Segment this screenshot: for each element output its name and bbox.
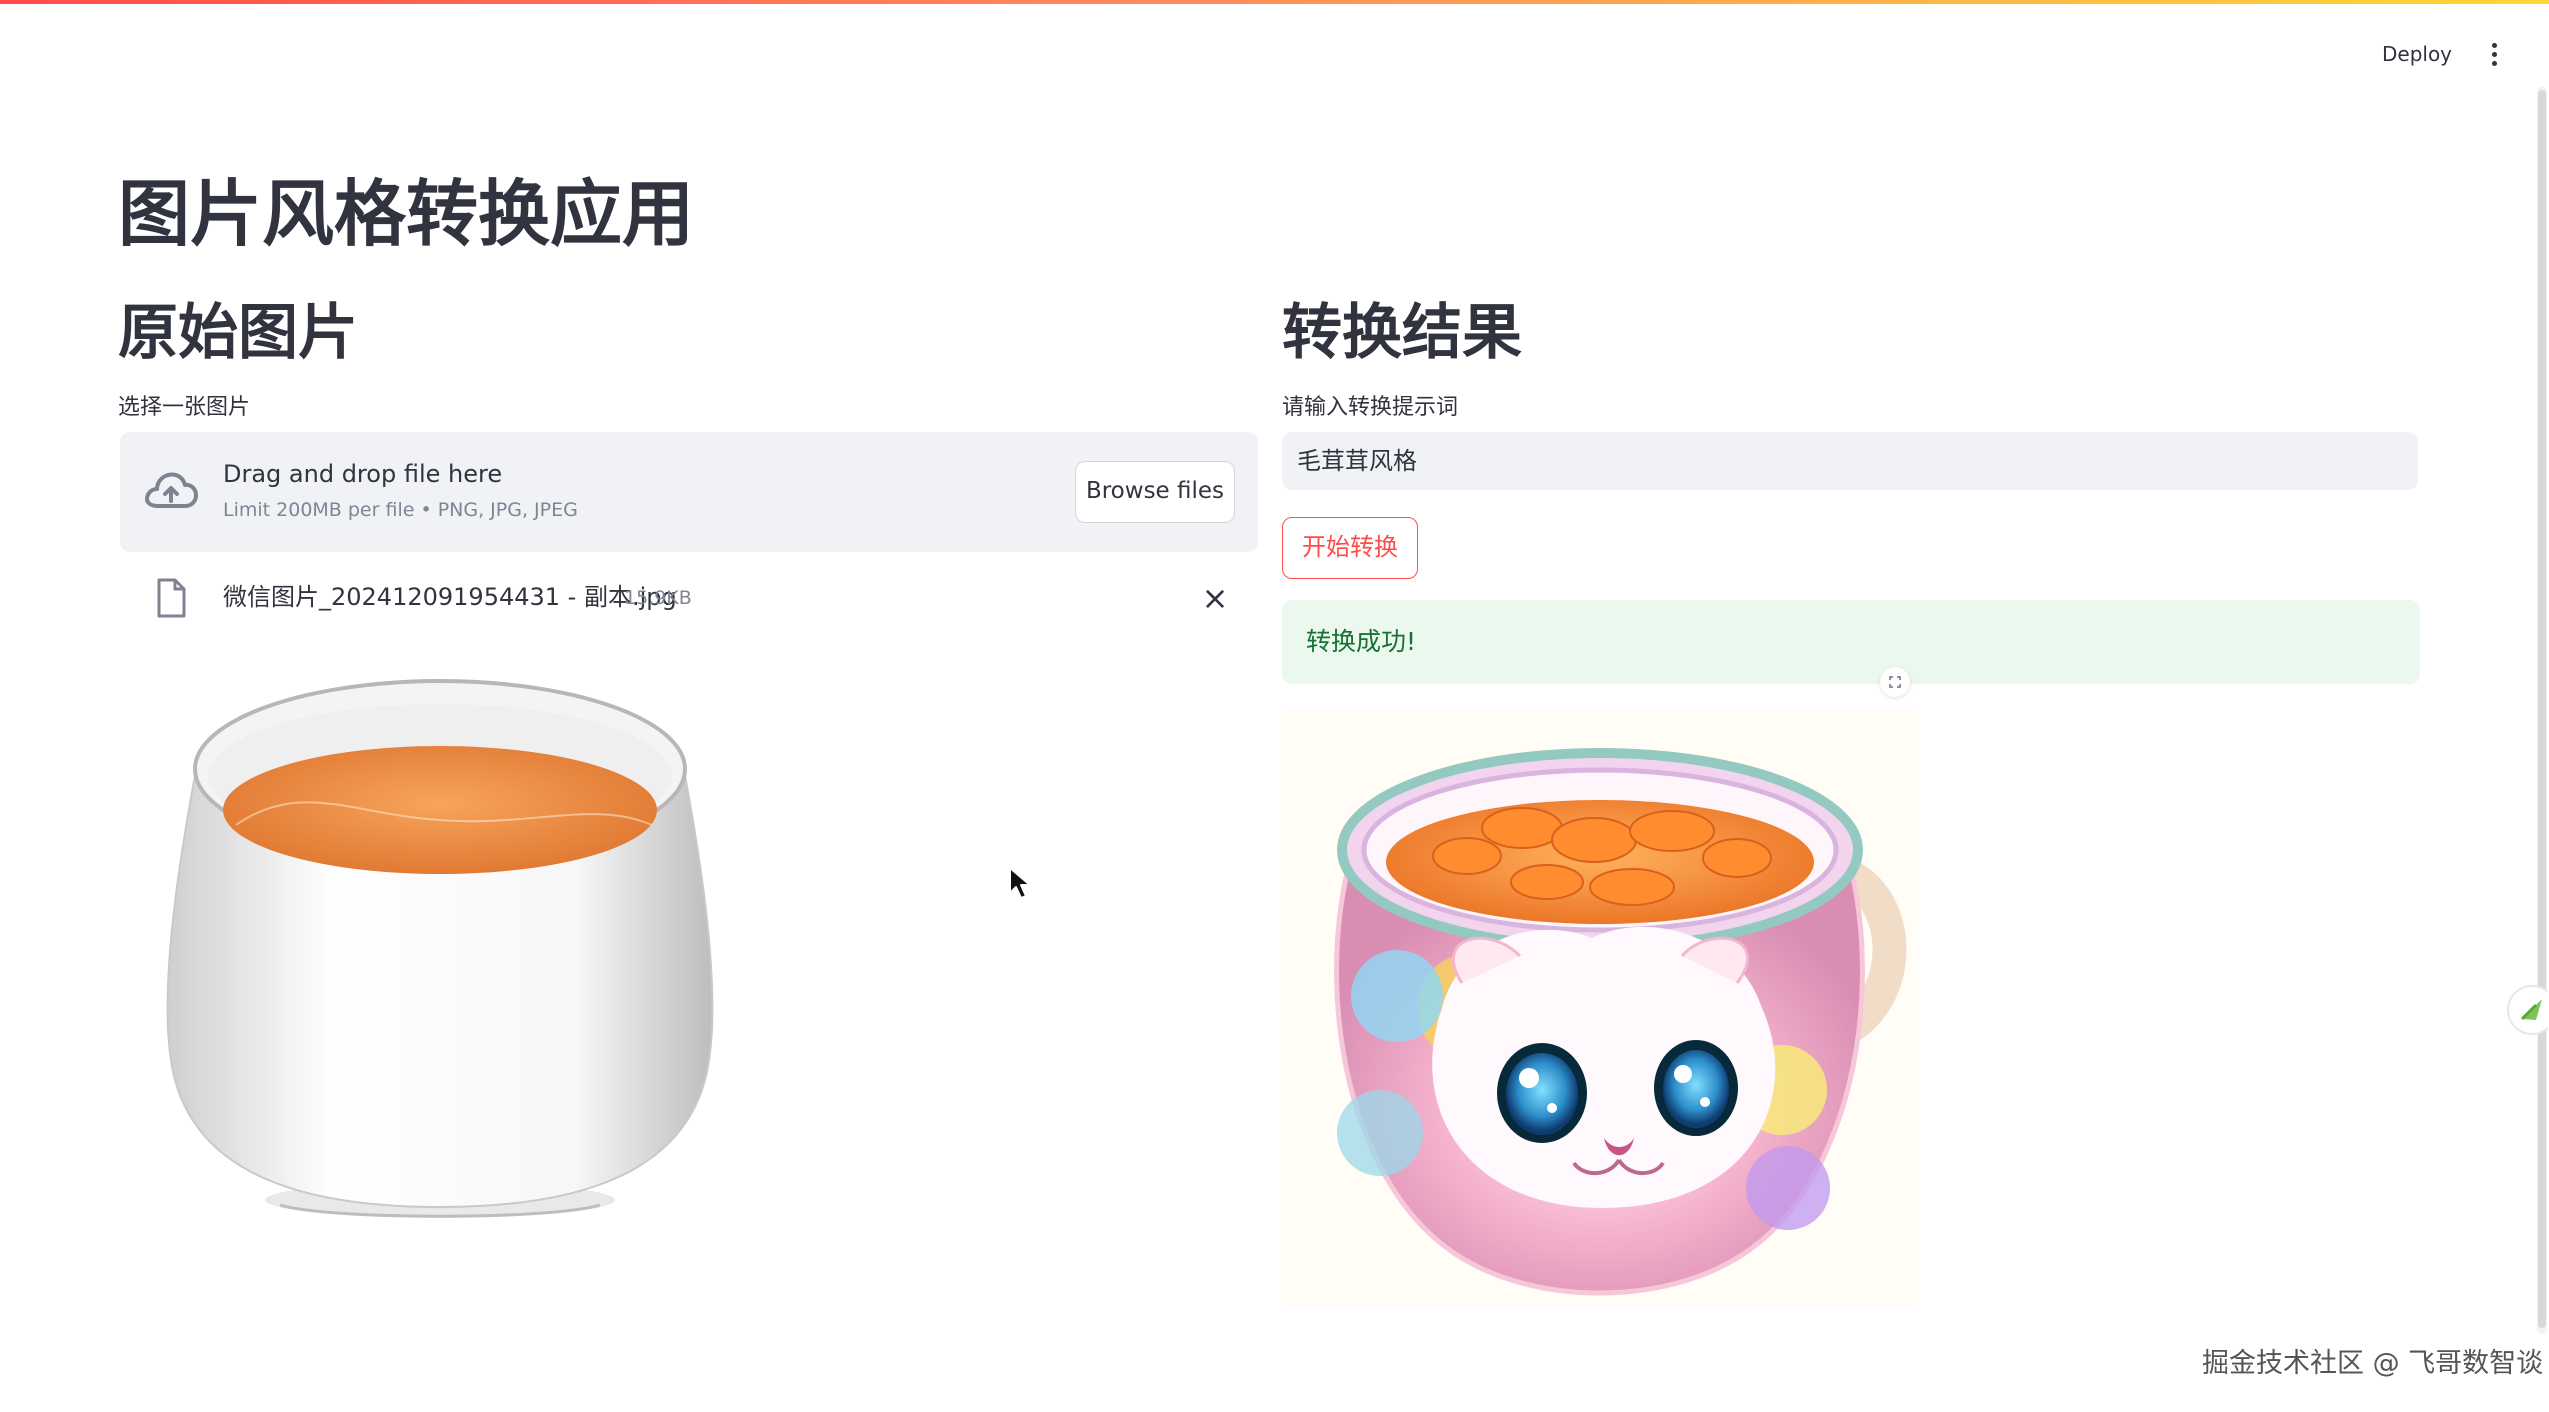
upload-label: 选择一张图片 <box>118 395 251 420</box>
uploaded-file-name: 微信图片_202412091954431 - 副本.jpg <box>223 583 677 611</box>
watermark-text: 掘金技术社区 @ 飞哥数智谈 <box>2202 1348 2544 1379</box>
uploaded-file-size: 15.9KB <box>624 587 692 609</box>
original-tea-cup-image <box>166 679 714 1218</box>
uploader-drag-text: Drag and drop file here <box>223 460 503 488</box>
original-image-heading: 原始图片 <box>118 298 358 368</box>
scrollbar-thumb[interactable] <box>2538 90 2546 1328</box>
prompt-input[interactable]: 毛茸茸风格 <box>1282 432 2418 490</box>
top-decoration-bar <box>0 0 2549 4</box>
browse-files-button[interactable]: Browse files <box>1075 461 1235 523</box>
page-title: 图片风格转换应用 <box>118 172 695 256</box>
file-icon <box>157 578 186 618</box>
more-vertical-icon[interactable] <box>2482 36 2506 72</box>
prompt-label: 请输入转换提示词 <box>1282 395 1459 420</box>
fullscreen-icon[interactable] <box>1880 667 1910 697</box>
cloud-upload-icon <box>145 472 198 508</box>
uploader-limit-text: Limit 200MB per file • PNG, JPG, JPEG <box>223 499 578 521</box>
mouse-cursor-icon <box>1009 867 1031 899</box>
deploy-button[interactable]: Deploy <box>2362 36 2472 72</box>
converted-fluffy-cup-image <box>1282 708 1918 1308</box>
edge-widget-icon[interactable] <box>2498 985 2548 1035</box>
result-heading: 转换结果 <box>1282 298 1522 368</box>
start-conversion-button[interactable]: 开始转换 <box>1282 517 1418 579</box>
close-icon[interactable]: × <box>1200 582 1230 614</box>
success-message: 转换成功! <box>1282 600 2420 684</box>
